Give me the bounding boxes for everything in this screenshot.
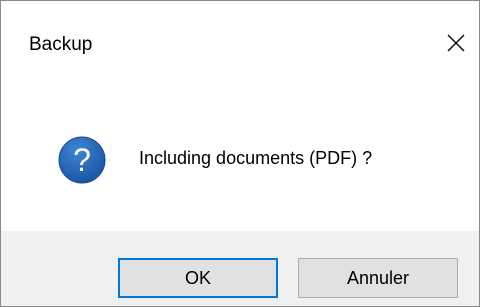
button-bar: OK Annuler: [1, 231, 479, 306]
close-button[interactable]: [433, 23, 479, 63]
cancel-button[interactable]: Annuler: [298, 258, 458, 298]
dialog-content: ? Including documents (PDF) ?: [1, 63, 479, 231]
svg-text:?: ?: [73, 142, 91, 178]
close-icon: [447, 34, 465, 52]
question-icon: ?: [58, 136, 106, 184]
title-bar: Backup: [1, 1, 479, 63]
dialog-title: Backup: [29, 34, 93, 55]
dialog-message: Including documents (PDF) ?: [139, 148, 373, 168]
message-dialog: Backup ? Including documents (PDF) ? OK …: [0, 0, 480, 307]
ok-button[interactable]: OK: [118, 258, 278, 298]
